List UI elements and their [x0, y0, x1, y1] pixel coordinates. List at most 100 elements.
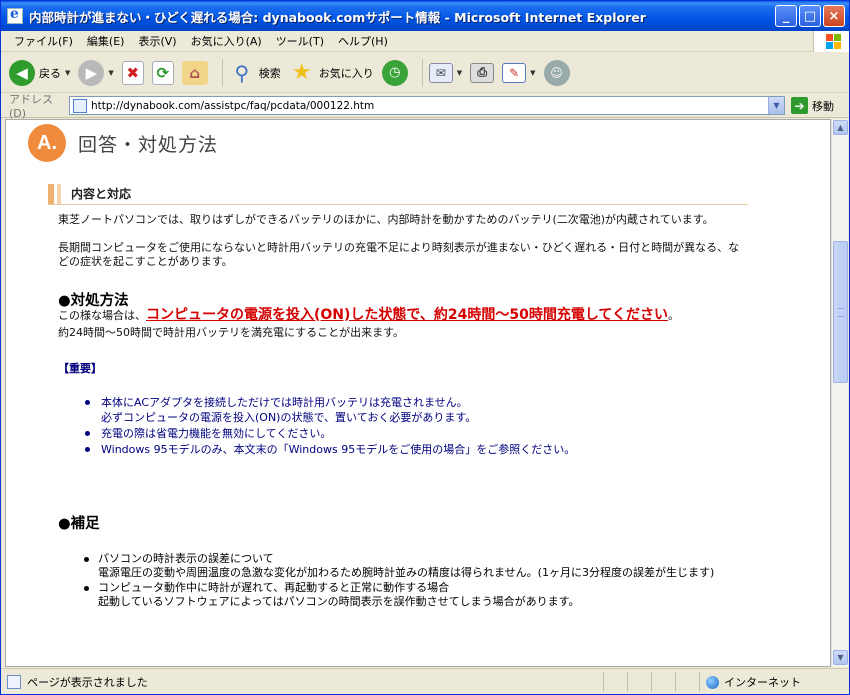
- go-arrow-icon: ➔: [791, 97, 808, 114]
- messenger-button[interactable]: ☺: [543, 59, 570, 86]
- back-button[interactable]: ◀ 戻る ▼: [9, 59, 70, 86]
- back-dropdown-icon[interactable]: ▼: [65, 69, 70, 77]
- page-icon: [73, 98, 87, 113]
- supplement-item-1-title: パソコンの時計表示の誤差について: [98, 552, 274, 565]
- toolbar: ◀ 戻る ▼ ▶ ▼ ✖ ⟳ ⌂ ⚲ 検索 ★ お気に入り ◷ ✉ ▼ ⎙ ✎ …: [1, 53, 849, 93]
- supplement-item-1-body: 電源電圧の変動や周囲温度の急激な変化が加わるため腕時計並みの精度は得られません。…: [98, 566, 715, 579]
- edit-page-icon: ✎: [502, 62, 527, 83]
- history-icon: ◷: [381, 59, 408, 86]
- menu-file[interactable]: ファイル(F): [7, 33, 80, 49]
- supplement-item-2-body: 起動しているソフトウェアによってはパソコンの時間表示を誤作動させてしまう場合があ…: [98, 595, 580, 608]
- printer-icon: ⎙: [470, 62, 495, 83]
- windows-flag-icon: [813, 31, 849, 52]
- forward-arrow-icon: ▶: [78, 59, 105, 86]
- important-item-1-line-1: 本体にACアダプタを接続しただけでは時計用バッテリは充電されません。: [101, 396, 468, 409]
- history-button[interactable]: ◷: [381, 59, 408, 86]
- address-label: アドレス(D): [9, 93, 53, 120]
- status-panel: [603, 672, 627, 692]
- list-item: コンピュータ動作中に時計が遅れて、再起動すると正常に動作する場合 起動しているソ…: [80, 581, 760, 609]
- back-label: 戻る: [39, 66, 61, 80]
- list-item: 充電の際は省電力機能を無効にしてください。: [83, 426, 575, 441]
- menu-edit[interactable]: 編集(E): [80, 33, 132, 49]
- status-panel: [675, 672, 699, 692]
- home-icon: ⌂: [181, 60, 208, 85]
- remedy-line: この様な場合は、コンピュータの電源を投入(ON)した状態で、約24時間〜50時間…: [58, 308, 748, 323]
- edit-button[interactable]: ✎ ▼: [502, 62, 536, 83]
- list-item: 本体にACアダプタを接続しただけでは時計用バッテリは充電されません。 必ずコンピ…: [83, 395, 575, 425]
- status-panel: [627, 672, 651, 692]
- menu-tools[interactable]: ツール(T): [269, 33, 331, 49]
- status-panel: [651, 672, 675, 692]
- window-title: 内部時計が進まない・ひどく遅れる場合: dynabook.comサポート情報 -…: [29, 9, 646, 25]
- close-button[interactable]: ×: [823, 5, 845, 27]
- stop-button[interactable]: ✖: [121, 60, 144, 85]
- vertical-scrollbar[interactable]: ▲ ▼: [831, 119, 848, 667]
- go-button[interactable]: ➔ 移動: [791, 97, 834, 114]
- star-icon: ★: [291, 60, 312, 85]
- home-button[interactable]: ⌂: [181, 60, 208, 85]
- important-item-2: 充電の際は省電力機能を無効にしてください。: [101, 427, 332, 440]
- scroll-down-icon[interactable]: ▼: [833, 650, 848, 665]
- title-bar[interactable]: 内部時計が進まない・ひどく遅れる場合: dynabook.comサポート情報 -…: [1, 1, 849, 31]
- forward-dropdown-icon[interactable]: ▼: [108, 69, 113, 77]
- list-item: Windows 95モデルのみ、本文末の「Windows 95モデルをご使用の場…: [83, 442, 575, 457]
- mail-dropdown-icon[interactable]: ▼: [457, 69, 462, 77]
- answer-badge: A.: [28, 124, 66, 162]
- list-item: パソコンの時計表示の誤差について 電源電圧の変動や周囲温度の急激な変化が加わるた…: [80, 552, 760, 580]
- menu-view[interactable]: 表示(V): [131, 33, 183, 49]
- scroll-thumb[interactable]: [833, 241, 848, 383]
- globe-icon: [706, 675, 719, 689]
- search-button[interactable]: ⚲ 検索: [229, 60, 281, 86]
- important-list: 本体にACアダプタを接続しただけでは時計用バッテリは充電されません。 必ずコンピ…: [83, 395, 575, 458]
- maximize-button[interactable]: □: [799, 5, 821, 27]
- forward-button[interactable]: ▶ ▼: [78, 59, 114, 86]
- zone-label: インターネット: [724, 676, 801, 689]
- address-input[interactable]: [91, 99, 761, 112]
- minimize-button[interactable]: _: [775, 5, 797, 27]
- section-header: 内容と対応: [48, 183, 748, 205]
- intro-paragraph-1: 東芝ノートパソコンでは、取りはずしができるバッテリのほかに、内部時計を動かすため…: [58, 213, 714, 226]
- favorites-button[interactable]: ★ お気に入り: [289, 60, 374, 86]
- address-field[interactable]: ▼: [69, 96, 785, 115]
- remedy-link[interactable]: コンピュータの電源を投入(ON)した状態で、約24時間〜50時間充電してください: [146, 307, 668, 323]
- search-label: 検索: [258, 66, 281, 80]
- page-status-icon: [7, 674, 21, 689]
- answer-title: 回答・対処方法: [78, 133, 219, 156]
- search-icon: ⚲: [234, 60, 250, 85]
- important-item-3: Windows 95モデルのみ、本文末の「Windows 95モデルをご使用の場…: [101, 443, 576, 456]
- scroll-up-icon[interactable]: ▲: [833, 120, 848, 135]
- browser-window: 内部時計が進まない・ひどく遅れる場合: dynabook.comサポート情報 -…: [0, 0, 850, 695]
- messenger-icon: ☺: [543, 59, 570, 86]
- back-arrow-icon: ◀: [9, 59, 35, 86]
- address-bar: アドレス(D) ▼ ➔ 移動: [1, 93, 849, 120]
- refresh-button[interactable]: ⟳: [151, 60, 174, 85]
- section-marker: [57, 183, 61, 204]
- supplement-heading: ●補足: [58, 516, 100, 532]
- stop-icon: ✖: [121, 60, 144, 85]
- mail-button[interactable]: ✉ ▼: [428, 62, 462, 83]
- toolbar-separator: [421, 58, 423, 87]
- answer-heading: A. 回答・対処方法: [28, 124, 218, 162]
- page-viewport[interactable]: A. 回答・対処方法 内容と対応 東芝ノートパソコンでは、取りはずしができるバッ…: [5, 119, 831, 667]
- edit-dropdown-icon[interactable]: ▼: [530, 69, 535, 77]
- supplement-list: パソコンの時計表示の誤差について 電源電圧の変動や周囲温度の急激な変化が加わるた…: [80, 552, 760, 610]
- menu-favorites[interactable]: お気に入り(A): [184, 33, 269, 49]
- important-label: 【重要】: [58, 362, 102, 375]
- status-text: ページが表示されました: [27, 675, 148, 689]
- toolbar-separator: [221, 58, 223, 87]
- print-button[interactable]: ⎙: [470, 62, 495, 83]
- menu-help[interactable]: ヘルプ(H): [331, 33, 395, 49]
- remedy-prefix: この様な場合は、: [58, 309, 146, 322]
- intro-paragraph-2: 長期間コンピュータをご使用にならないと時計用バッテリの充電不足により時刻表示が進…: [58, 241, 740, 268]
- important-item-1-line-2: 必ずコンピュータの電源を投入(ON)の状態で、置いておく必要があります。: [101, 411, 477, 424]
- mail-icon: ✉: [428, 62, 453, 83]
- supplement-item-2-title: コンピュータ動作中に時計が遅れて、再起動すると正常に動作する場合: [98, 581, 450, 594]
- section-title: 内容と対応: [71, 187, 132, 201]
- ie-logo-icon: [7, 6, 23, 24]
- remedy-suffix: 。: [667, 309, 679, 322]
- section-marker: [48, 183, 54, 204]
- favorites-label: お気に入り: [318, 66, 374, 80]
- status-bar: ページが表示されました インターネット: [1, 668, 849, 694]
- address-dropdown-icon[interactable]: ▼: [768, 97, 784, 114]
- go-label: 移動: [812, 99, 834, 113]
